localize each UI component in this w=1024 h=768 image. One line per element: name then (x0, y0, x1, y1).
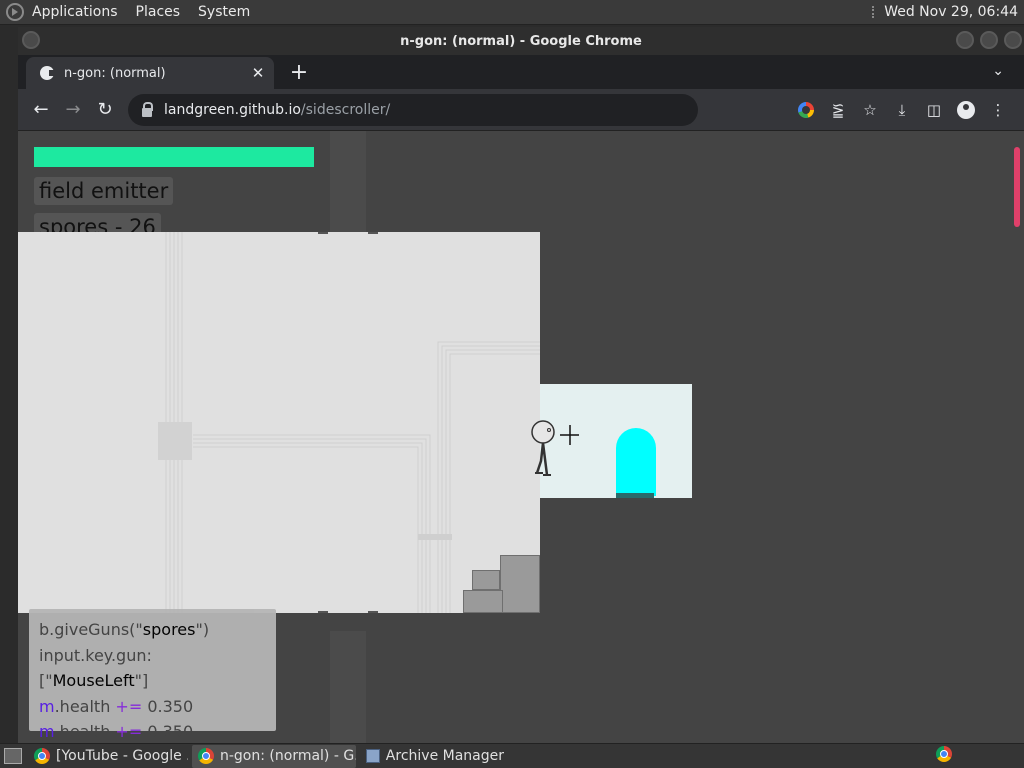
crate-block (500, 555, 540, 613)
download-icon[interactable]: ⤓ (886, 97, 918, 123)
console-line: m.health += 0.350 (39, 722, 194, 741)
menu-system[interactable]: System (198, 4, 250, 20)
address-bar[interactable]: landgreen.github.io/sidescroller/ (128, 94, 698, 126)
tab-title: n-gon: (normal) (64, 65, 166, 81)
bookmark-star-icon[interactable]: ☆ (854, 97, 886, 123)
window-title: n-gon: (normal) - Google Chrome (400, 33, 642, 49)
console-line: b.giveGuns("spores") (39, 620, 210, 639)
archive-manager-icon (366, 749, 380, 763)
game-canvas[interactable]: field emitter spores - 26 b.giveGuns("sp… (18, 131, 1024, 743)
tab-strip: n-gon: (normal) ✕ + ⌄ (18, 55, 1024, 89)
close-window-icon[interactable] (1004, 31, 1022, 49)
field-label: field emitter (34, 177, 174, 205)
tab-close-icon[interactable]: ✕ (250, 65, 266, 81)
window-titlebar[interactable]: n-gon: (normal) - Google Chrome (18, 27, 1024, 55)
portal-base (616, 493, 654, 498)
console-line: input.key.gun: ["MouseLeft"] (39, 645, 152, 691)
crate-block (472, 570, 500, 590)
menu-applications[interactable]: Applications (32, 4, 118, 20)
toolbar-actions: ⪠ ☆ ⤓ ◫ ⋮ (790, 97, 1014, 123)
clock[interactable]: Wed Nov 29, 06:44 (884, 4, 1018, 20)
taskbar-item-archive-manager[interactable]: Archive Manager (360, 745, 510, 768)
panel-handle-icon (872, 6, 876, 18)
window-menu-icon[interactable] (22, 31, 40, 49)
health-bar (34, 147, 314, 167)
url-path: /sidescroller/ (300, 102, 391, 118)
chrome-window: n-gon: (normal) - Google Chrome n-gon: (… (18, 27, 1024, 743)
browser-toolbar: ← → ↻ landgreen.github.io/sidescroller/ … (18, 89, 1024, 131)
url-host: landgreen.github.io (164, 102, 301, 118)
maximize-icon[interactable] (980, 31, 998, 49)
side-panel-icon[interactable]: ◫ (918, 97, 950, 123)
show-desktop-icon[interactable] (4, 748, 22, 764)
taskbar-item-youtube[interactable]: [YouTube - Google ... (28, 745, 188, 768)
background-column (330, 131, 366, 232)
profile-avatar-icon[interactable] (950, 97, 982, 123)
menu-places[interactable]: Places (136, 4, 181, 20)
google-lens-icon[interactable] (790, 97, 822, 123)
damage-indicator (1014, 147, 1020, 227)
back-arrow-icon[interactable]: ← (28, 97, 54, 123)
forward-arrow-icon[interactable]: → (60, 97, 86, 123)
new-tab-button[interactable]: + (288, 60, 310, 85)
chrome-tray-icon[interactable] (936, 746, 952, 762)
console-log: b.giveGuns("spores") input.key.gun: ["Mo… (29, 609, 276, 741)
tab-ngon[interactable]: n-gon: (normal) ✕ (26, 57, 274, 89)
ngon-favicon-icon (40, 66, 55, 80)
lock-icon[interactable] (142, 101, 153, 117)
main-room (18, 232, 540, 613)
tray-chrome[interactable] (936, 746, 958, 766)
share-icon[interactable]: ⪠ (822, 97, 854, 123)
crate-block (463, 590, 503, 613)
bottom-taskbar: [YouTube - Google ... n-gon: (normal) - … (0, 743, 1024, 768)
background-column (330, 631, 366, 743)
desktop-screen: { "system_panel": { "menus": ["Applicati… (0, 0, 1024, 768)
pipes-decoration (158, 232, 540, 613)
system-logo-icon[interactable] (6, 3, 24, 21)
reload-icon[interactable]: ↻ (92, 97, 118, 123)
console-line: m.health += 0.350 (39, 696, 194, 716)
chrome-icon (34, 748, 50, 764)
chrome-icon (198, 748, 214, 764)
minimize-icon[interactable] (956, 31, 974, 49)
player-character (531, 420, 579, 476)
kebab-menu-icon[interactable]: ⋮ (982, 97, 1014, 123)
exit-portal (616, 428, 656, 496)
top-system-panel: Applications Places System Wed Nov 29, 0… (0, 0, 1024, 25)
taskbar-item-ngon[interactable]: n-gon: (normal) - G... (192, 744, 356, 768)
tab-search-chevron-icon[interactable]: ⌄ (992, 63, 1004, 79)
